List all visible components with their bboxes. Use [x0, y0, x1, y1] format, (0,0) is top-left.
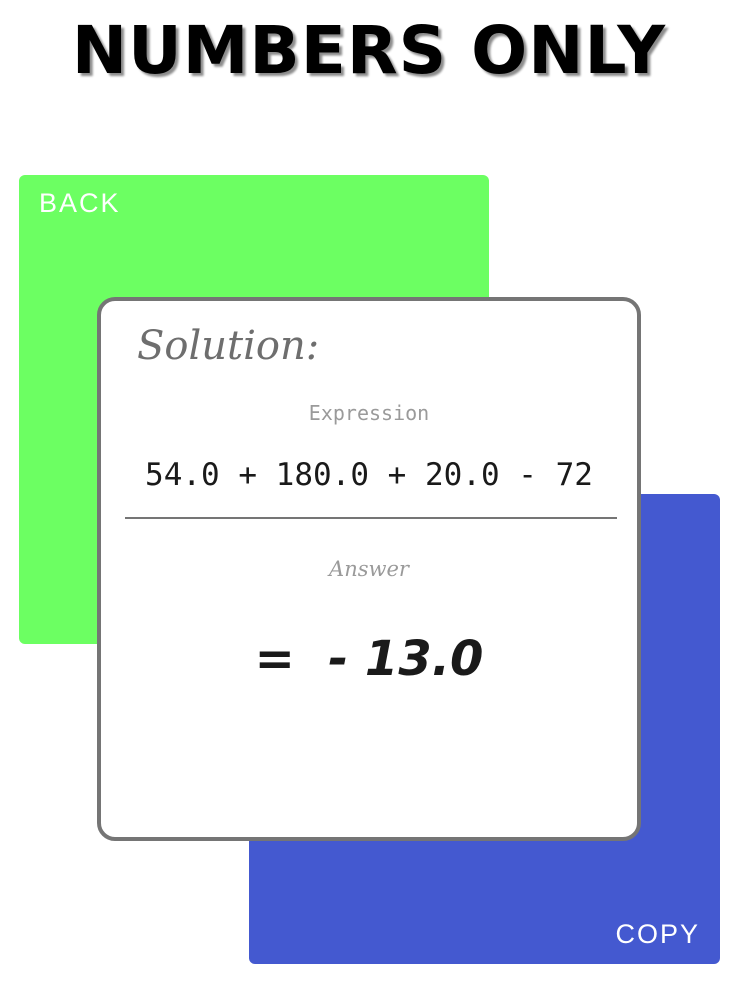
solution-card: Solution: Expression 54.0 + 180.0 + 20.0… [97, 297, 641, 841]
expression-caption: Expression [308, 401, 430, 425]
copy-button-label: COPY [615, 919, 700, 949]
answer-text: = - 13.0 [254, 631, 484, 687]
app-title: NUMBERS ONLY [71, 12, 667, 89]
answer-caption: Answer [329, 557, 409, 581]
back-button-label: BACK [39, 188, 121, 218]
expression-text: 54.0 + 180.0 + 20.0 - 72 [145, 457, 593, 493]
divider [125, 517, 617, 519]
solution-heading: Solution: [137, 323, 320, 369]
